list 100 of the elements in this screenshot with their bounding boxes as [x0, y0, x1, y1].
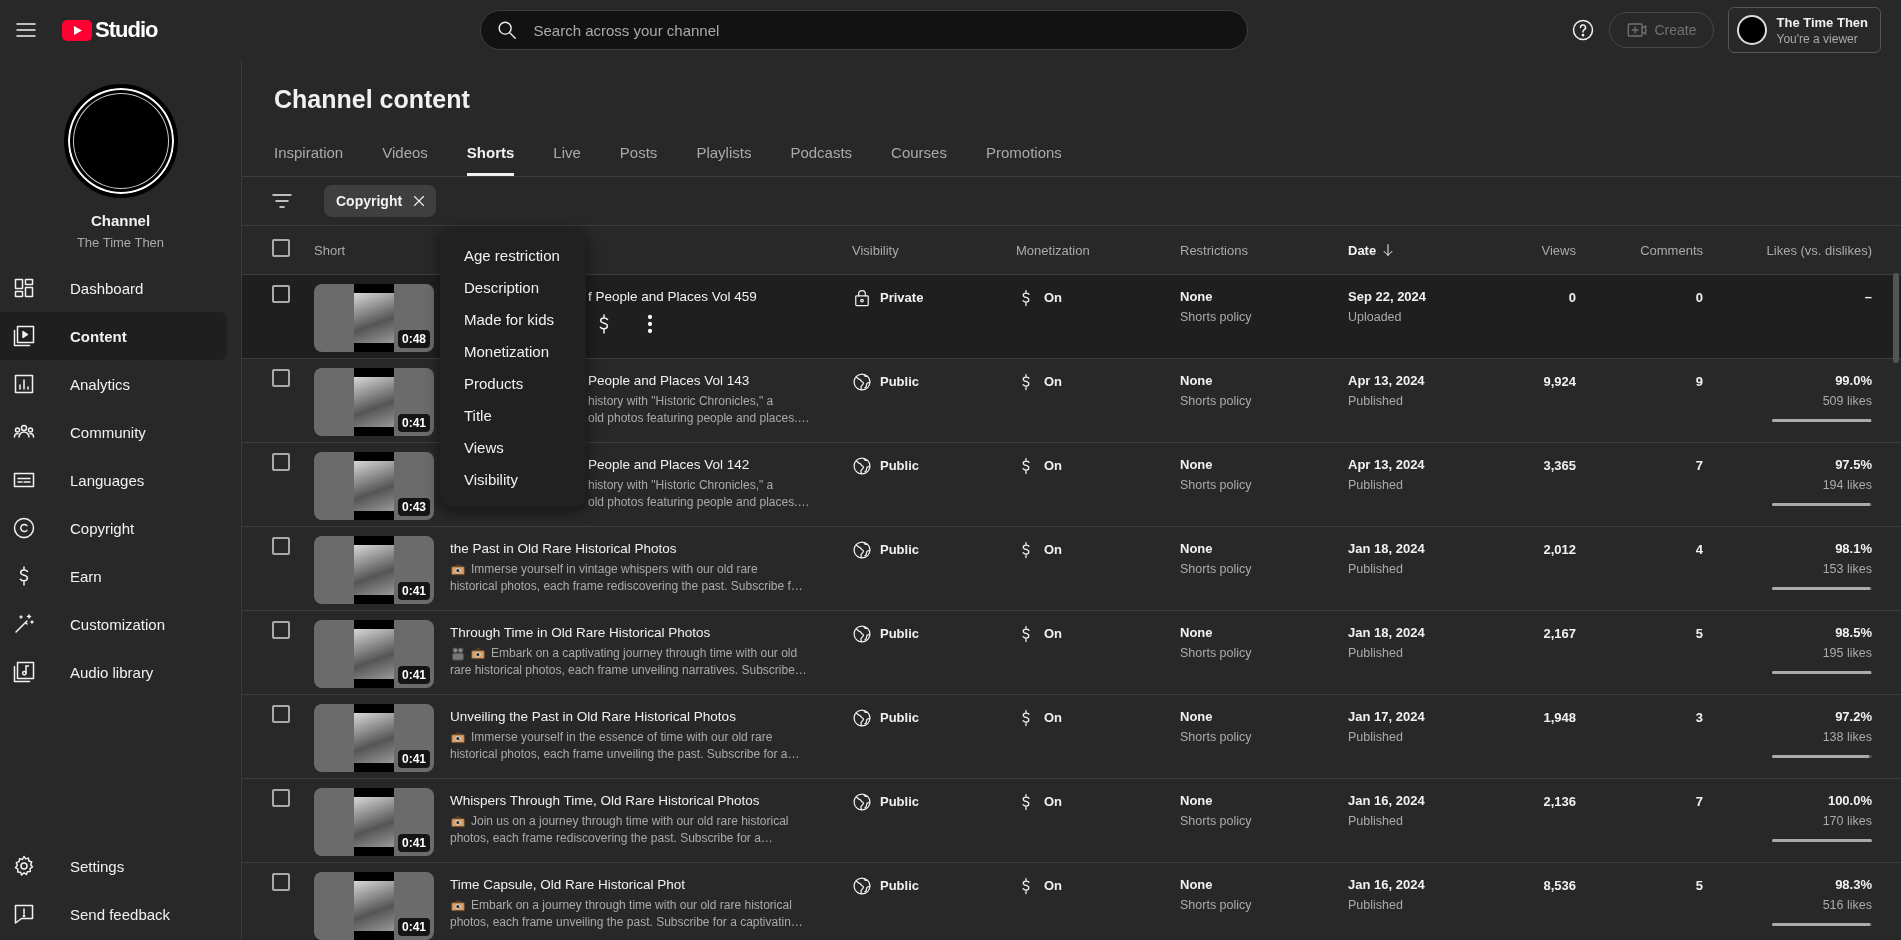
nav-item[interactable]: Earn [0, 552, 227, 600]
camera-icon [450, 897, 466, 914]
photo-placeholder [354, 461, 394, 511]
filter-chip[interactable]: Copyright [324, 185, 437, 217]
video-thumbnail[interactable]: 0:48 [314, 284, 434, 352]
video-title[interactable]: the Past in Old Rare Historical Photos [450, 540, 852, 558]
nav-item[interactable]: Dashboard [0, 264, 227, 312]
video-title[interactable]: Whispers Through Time, Old Rare Historical Photos [450, 792, 852, 810]
description-line: Embark on a captivating journey through time with our old [450, 645, 852, 662]
monetization-status[interactable]: On [1044, 793, 1063, 811]
nav-item[interactable]: Customization [0, 600, 227, 648]
column-header[interactable]: Date [1348, 242, 1500, 258]
video-title[interactable]: People and Places Vol 142 [588, 456, 852, 474]
nav-item[interactable]: Languages [0, 456, 227, 504]
tab[interactable]: Courses [891, 128, 947, 176]
views-count: 2,012 [1543, 542, 1576, 557]
video-thumbnail[interactable]: 0:41 [314, 704, 434, 772]
column-header[interactable]: Monetization [1016, 242, 1180, 258]
menu-item[interactable]: Age restriction [440, 239, 586, 271]
video-thumbnail[interactable]: 0:41 [314, 620, 434, 688]
tab[interactable]: Live [553, 128, 581, 176]
visibility-status[interactable]: Public [880, 457, 919, 475]
checkbox[interactable] [272, 705, 290, 723]
nav-item[interactable]: Audio library [0, 648, 227, 696]
tab[interactable]: Promotions [985, 128, 1062, 176]
menu-item[interactable]: Made for kids [440, 303, 586, 335]
menu-item[interactable]: Products [440, 367, 586, 399]
visibility-status[interactable]: Private [880, 289, 924, 307]
date-text: Apr 13, 2024 [1348, 372, 1426, 390]
nav-item[interactable]: Send feedback [0, 890, 227, 938]
checkbox[interactable] [272, 239, 290, 257]
column-header[interactable]: Views [1500, 242, 1576, 258]
photo-placeholder [354, 713, 394, 763]
nav-item[interactable]: Community [0, 408, 227, 456]
column-header[interactable]: Likes (vs. dislikes) [1703, 242, 1872, 258]
video-thumbnail[interactable]: 0:41 [314, 368, 434, 436]
tab[interactable]: Posts [619, 128, 658, 176]
restriction-status: None [1180, 708, 1214, 726]
checkbox[interactable] [272, 621, 290, 639]
video-title[interactable]: Unveiling the Past in Old Rare Historical Photos [450, 708, 852, 726]
monetization-status[interactable]: On [1044, 625, 1063, 643]
date-status: Uploaded [1348, 309, 1403, 326]
visibility-status[interactable]: Public [880, 793, 919, 811]
views-count: 2,136 [1543, 794, 1576, 809]
monetization-status[interactable]: On [1044, 541, 1063, 559]
visibility-status[interactable]: Public [880, 541, 919, 559]
views-count: 0 [1568, 290, 1576, 305]
checkbox[interactable] [272, 789, 290, 807]
column-header[interactable]: Restrictions [1180, 242, 1348, 258]
nav-item[interactable]: Copyright [0, 504, 227, 552]
search-field[interactable]: Search across your channel [480, 10, 1249, 50]
nav-item[interactable]: Analytics [0, 360, 227, 408]
monetization-status[interactable]: On [1044, 373, 1063, 391]
tab[interactable]: Videos [382, 128, 428, 176]
duration-badge: 0:41 [397, 414, 430, 432]
checkbox[interactable] [272, 285, 290, 303]
monetization-status[interactable]: On [1044, 289, 1063, 307]
scrollbar[interactable] [1893, 273, 1899, 363]
video-title[interactable]: f People and Places Vol 459 [588, 288, 852, 306]
duration-badge: 0:41 [397, 834, 430, 852]
globe-icon [852, 540, 872, 560]
menu-item[interactable]: Visibility [440, 463, 586, 495]
checkbox[interactable] [272, 453, 290, 471]
date-status: Published [1348, 897, 1404, 914]
video-thumbnail[interactable]: 0:41 [314, 872, 434, 940]
checkbox[interactable] [272, 369, 290, 387]
visibility-status[interactable]: Public [880, 373, 919, 391]
tab[interactable]: Playlists [696, 128, 752, 176]
visibility-status[interactable]: Public [880, 877, 919, 895]
visibility-status[interactable]: Public [880, 625, 919, 643]
tab[interactable]: Podcasts [790, 128, 853, 176]
video-thumbnail[interactable]: 0:41 [314, 536, 434, 604]
column-header[interactable]: Visibility [852, 242, 1016, 258]
nav-item[interactable]: Content [0, 312, 227, 360]
monetization-status[interactable]: On [1044, 709, 1063, 727]
column-header[interactable]: Comments [1576, 242, 1703, 258]
help-icon[interactable] [1571, 18, 1596, 42]
video-thumbnail[interactable]: 0:43 [314, 452, 434, 520]
visibility-status[interactable]: Public [880, 709, 919, 727]
video-title[interactable]: Time Capsule, Old Rare Historical Phot [450, 876, 852, 894]
likes-percent: 98.3% [1835, 876, 1872, 894]
column-header[interactable]: Short [314, 242, 346, 258]
tab[interactable]: Shorts [466, 128, 515, 176]
checkbox[interactable] [272, 873, 290, 891]
monetization-status[interactable]: On [1044, 877, 1063, 895]
search-icon [496, 19, 519, 41]
video-title[interactable]: People and Places Vol 143 [588, 372, 852, 390]
account-button[interactable]: The Time Then You're a viewer [1727, 7, 1881, 53]
description-line: photos, each frame unveiling the past. Subscribe for a captivatin… [450, 914, 804, 931]
nav-item[interactable]: Settings [0, 842, 227, 890]
restriction-status: None [1180, 792, 1214, 810]
checkbox[interactable] [272, 537, 290, 555]
video-thumbnail[interactable]: 0:41 [314, 788, 434, 856]
monetization-status[interactable]: On [1044, 457, 1063, 475]
play-square-icon [12, 324, 36, 348]
video-title[interactable]: Through Time in Old Rare Historical Photos [450, 624, 852, 642]
tab[interactable]: Inspiration [274, 128, 344, 176]
likes-count: 170 likes [1822, 813, 1872, 830]
youtube-studio-logo[interactable]: Studio [62, 17, 158, 43]
menu-item[interactable]: Title [440, 399, 586, 431]
